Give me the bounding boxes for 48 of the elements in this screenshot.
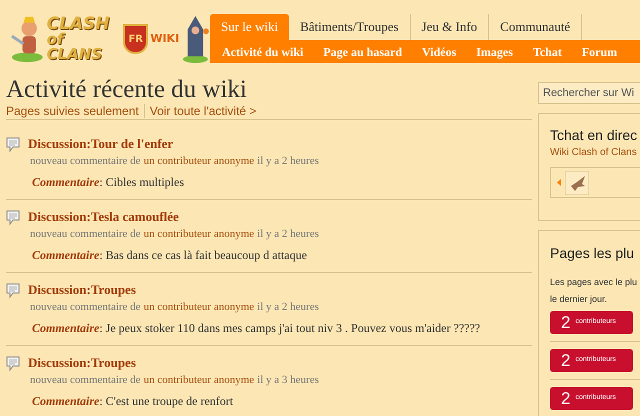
- contributors-count: 2: [561, 390, 570, 407]
- activity-title[interactable]: Discussion:Tesla camouflée: [28, 209, 179, 225]
- activity-action: nouveau commentaire de: [30, 155, 141, 168]
- subnav-link[interactable]: Images: [466, 42, 523, 60]
- filter-link[interactable]: Voir toute l'activité >: [144, 104, 256, 118]
- popular-title: Pages les plu: [550, 244, 636, 262]
- comment-text: : Cibles multiples: [99, 175, 184, 189]
- activity-time: il y a 2 heures: [257, 155, 319, 168]
- activity-time: il y a 2 heures: [257, 301, 319, 314]
- activity-action: nouveau commentaire de: [30, 228, 141, 241]
- search-field[interactable]: Rechercher sur Wi: [538, 82, 640, 104]
- comment-text: : Bas dans ce cas là fait beaucoup d attaque: [99, 248, 307, 262]
- comment-label: Commentaire: [32, 394, 100, 408]
- user-link[interactable]: un contributeur anonyme: [144, 374, 254, 387]
- activity-title[interactable]: Discussion:Tour de l'enfer: [28, 136, 174, 152]
- filter-link[interactable]: Pages suivies seulement: [6, 104, 139, 118]
- activity-title[interactable]: Discussion:Troupes: [28, 282, 136, 298]
- comment-label: Commentaire: [32, 175, 100, 189]
- subnav-link[interactable]: Vidéos: [412, 42, 466, 60]
- subnav-link[interactable]: Tchat: [522, 42, 572, 60]
- subnav-link[interactable]: Activité du wiki: [212, 42, 314, 60]
- subnav-link[interactable]: Forum: [572, 42, 628, 60]
- contributors-count: 2: [561, 314, 570, 331]
- activity-time: il y a 2 heures: [257, 228, 319, 241]
- user-link[interactable]: un contributeur anonyme: [144, 155, 254, 168]
- user-link[interactable]: un contributeur anonyme: [144, 301, 254, 314]
- comment-icon: [6, 356, 20, 372]
- chat-title: Tchat en direc: [550, 126, 638, 144]
- popular-description: Les pages avec le plu le dernier jour.: [550, 276, 638, 306]
- activity-title[interactable]: Discussion:Troupes: [28, 355, 136, 371]
- nav-tab[interactable]: Sur le wiki: [210, 14, 290, 40]
- activity-time: il y a 3 heures: [257, 374, 319, 387]
- comment-text: : C'est une troupe de renfort: [99, 394, 234, 408]
- comment-icon: [6, 137, 20, 153]
- page-title: Activité récente du wiki: [6, 76, 248, 104]
- logo-drawing[interactable]: CLASH of CLANS FR WIKI: [10, 8, 210, 70]
- comment-label: Commentaire: [32, 321, 100, 335]
- user-link[interactable]: un contributeur anonyme: [144, 228, 254, 241]
- activity-action: nouveau commentaire de: [30, 374, 141, 387]
- comment-icon: [6, 210, 20, 226]
- comment-label: Commentaire: [32, 248, 100, 262]
- chat-subtitle: Wiki Clash of Clans: [550, 146, 638, 160]
- comment-icon: [6, 283, 20, 299]
- contributors-count: 2: [561, 352, 570, 369]
- subnav-link[interactable]: Page au hasard: [313, 42, 412, 60]
- caret-left-icon[interactable]: [557, 179, 561, 186]
- activity-action: nouveau commentaire de: [30, 301, 141, 314]
- comment-text: : Je peux stoker 110 dans mes camps j'ai tout niv 3 . Pouvez vous m'aider ?????: [99, 321, 480, 335]
